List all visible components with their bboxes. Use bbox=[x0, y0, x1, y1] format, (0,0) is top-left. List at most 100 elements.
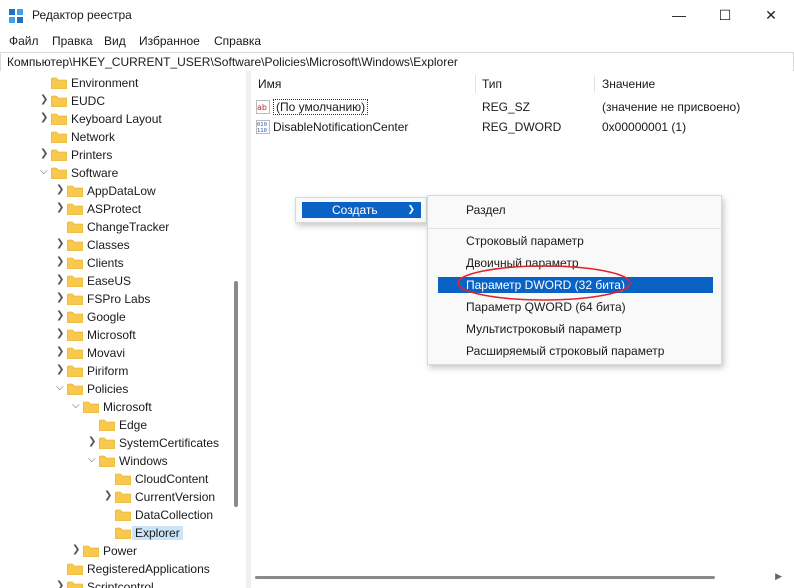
column-header-type[interactable]: Тип bbox=[482, 77, 502, 91]
expander-icon[interactable]: ❯ bbox=[56, 184, 66, 196]
folder-icon bbox=[115, 491, 131, 503]
folder-icon bbox=[67, 581, 83, 588]
value-row[interactable]: 010 110 DisableNotificationCenter REG_DW… bbox=[251, 117, 794, 137]
tree-scrollbar[interactable] bbox=[231, 71, 241, 588]
tree-item-label: Software bbox=[71, 166, 119, 180]
menu-item-binary-value[interactable]: Двоичный параметр bbox=[438, 255, 713, 271]
expander-icon[interactable] bbox=[88, 418, 98, 430]
folder-icon bbox=[51, 149, 67, 161]
tree-pane[interactable]: Environment ❯ EUDC ❯ Keyboard Layout Netwo… bbox=[0, 71, 246, 588]
expander-icon[interactable]: ⌵ bbox=[72, 400, 82, 412]
menu-item-dword-value[interactable]: Параметр DWORD (32 бита) bbox=[438, 277, 713, 293]
tree-item-label: Microsoft bbox=[87, 328, 136, 342]
folder-icon bbox=[51, 113, 67, 125]
expander-icon[interactable]: ❯ bbox=[56, 580, 66, 588]
tree-item-label: Keyboard Layout bbox=[71, 112, 162, 126]
column-header-name[interactable]: Имя bbox=[258, 77, 281, 91]
menu-item-label: Расширяемый строковый параметр bbox=[466, 344, 665, 358]
menu-item-qword-value[interactable]: Параметр QWORD (64 бита) bbox=[438, 299, 713, 315]
column-header-value[interactable]: Значение bbox=[602, 77, 655, 91]
folder-icon bbox=[67, 563, 83, 575]
maximize-button[interactable]: ☐ bbox=[702, 0, 748, 31]
menu-edit[interactable]: Правка bbox=[52, 34, 93, 48]
menu-item-key[interactable]: Раздел bbox=[438, 202, 713, 218]
scrollbar-thumb[interactable] bbox=[234, 281, 238, 507]
expander-icon[interactable]: ❯ bbox=[40, 112, 50, 124]
expander-icon[interactable] bbox=[40, 130, 50, 142]
minimize-button[interactable]: — bbox=[656, 0, 702, 31]
expander-icon[interactable]: ❯ bbox=[56, 310, 66, 322]
expander-icon[interactable] bbox=[104, 472, 114, 484]
expander-icon[interactable]: ❯ bbox=[56, 346, 66, 358]
expander-icon[interactable]: ❯ bbox=[56, 256, 66, 268]
menu-favorites[interactable]: Избранное bbox=[139, 34, 200, 48]
expander-icon[interactable]: ❯ bbox=[104, 490, 114, 502]
expander-icon[interactable]: ❯ bbox=[40, 148, 50, 160]
expander-icon[interactable]: ❯ bbox=[40, 94, 50, 106]
expander-icon[interactable]: ⌵ bbox=[88, 454, 98, 466]
tree-item-label: Microsoft bbox=[103, 400, 152, 414]
value-row[interactable]: ab (По умолчанию) REG_SZ (значение не пр… bbox=[251, 97, 794, 117]
tree-item-label: Explorer bbox=[132, 526, 183, 540]
expander-icon[interactable] bbox=[40, 76, 50, 88]
menu-file[interactable]: Файл bbox=[9, 34, 39, 48]
string-value-icon: ab bbox=[256, 100, 270, 114]
expander-icon[interactable]: ❯ bbox=[72, 544, 82, 556]
tree-item-label: Printers bbox=[71, 148, 113, 162]
horizontal-scrollbar[interactable]: ▶ bbox=[251, 568, 794, 584]
column-separator[interactable] bbox=[594, 75, 595, 93]
address-path: Компьютер\HKEY_CURRENT_USER\Software\Pol… bbox=[7, 55, 458, 69]
tree-item-label: Environment bbox=[71, 76, 139, 90]
binary-value-icon: 010 110 bbox=[256, 120, 270, 134]
expander-icon[interactable]: ❯ bbox=[56, 274, 66, 286]
value-name-text: (По умолчанию) bbox=[273, 99, 369, 115]
expander-icon[interactable]: ❯ bbox=[56, 238, 66, 250]
folder-icon bbox=[51, 77, 67, 89]
tree-item-label: EUDC bbox=[71, 94, 106, 108]
tree-item-label: Classes bbox=[87, 238, 130, 252]
address-bar[interactable]: Компьютер\HKEY_CURRENT_USER\Software\Pol… bbox=[0, 52, 794, 72]
close-button[interactable]: ✕ bbox=[748, 0, 794, 31]
value-data: (значение не присвоено) bbox=[602, 100, 741, 114]
expander-icon[interactable] bbox=[104, 508, 114, 520]
tree-item-label: RegisteredApplications bbox=[87, 562, 210, 576]
menu-item-string-value[interactable]: Строковый параметр bbox=[438, 233, 713, 249]
folder-icon bbox=[67, 257, 83, 269]
registry-editor-icon bbox=[9, 9, 23, 23]
window-title: Редактор реестра bbox=[32, 8, 132, 22]
column-separator[interactable] bbox=[475, 75, 476, 93]
expander-icon[interactable]: ❯ bbox=[88, 436, 98, 448]
menu-item-label: Мультистроковый параметр bbox=[466, 322, 622, 336]
folder-icon bbox=[83, 401, 99, 413]
menu-item-label: Параметр QWORD (64 бита) bbox=[466, 300, 626, 314]
expander-icon[interactable]: ⌵ bbox=[40, 166, 50, 178]
menu-separator bbox=[428, 228, 721, 229]
tree-item-label: Piriform bbox=[87, 364, 129, 378]
menu-view[interactable]: Вид bbox=[104, 34, 126, 48]
submenu-arrow-icon: ❯ bbox=[407, 204, 415, 214]
scroll-right-icon[interactable]: ▶ bbox=[775, 571, 782, 582]
scrollbar-thumb[interactable] bbox=[255, 576, 715, 579]
folder-open-icon bbox=[115, 527, 131, 539]
expander-icon[interactable]: ❯ bbox=[56, 364, 66, 376]
tree-item-label: FSPro Labs bbox=[87, 292, 151, 306]
tree-item-label: Power bbox=[103, 544, 138, 558]
tree-item-label: Edge bbox=[119, 418, 148, 432]
expander-icon[interactable]: ❯ bbox=[56, 202, 66, 214]
expander-icon[interactable]: ❯ bbox=[56, 328, 66, 340]
tree-item-label: Movavi bbox=[87, 346, 126, 360]
folder-icon bbox=[67, 347, 83, 359]
expander-icon[interactable] bbox=[56, 562, 66, 574]
folder-icon bbox=[99, 419, 115, 431]
expander-icon[interactable] bbox=[104, 526, 114, 538]
menu-item-create[interactable]: Создать ❯ bbox=[302, 202, 421, 218]
expander-icon[interactable] bbox=[56, 220, 66, 232]
menu-item-label: Параметр DWORD (32 бита) bbox=[466, 278, 625, 292]
folder-icon bbox=[67, 365, 83, 377]
expander-icon[interactable]: ⌵ bbox=[56, 382, 66, 394]
folder-icon bbox=[99, 455, 115, 467]
menu-help[interactable]: Справка bbox=[214, 34, 261, 48]
expander-icon[interactable]: ❯ bbox=[56, 292, 66, 304]
menu-item-multistring-value[interactable]: Мультистроковый параметр bbox=[438, 321, 713, 337]
menu-item-expandable-string-value[interactable]: Расширяемый строковый параметр bbox=[438, 343, 713, 359]
